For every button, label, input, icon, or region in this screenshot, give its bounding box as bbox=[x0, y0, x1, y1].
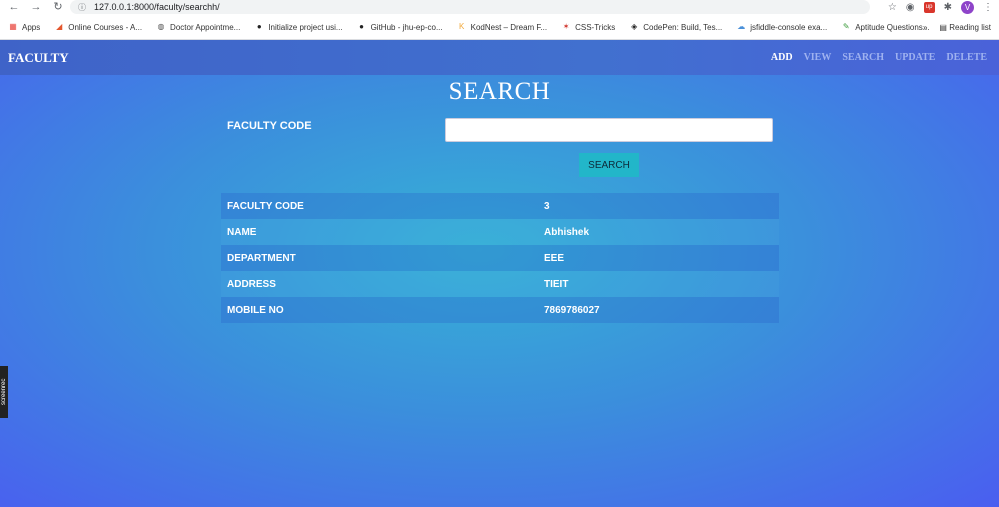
table-row: DEPARTMENT EEE bbox=[221, 245, 779, 271]
css-tricks-icon: ✶ bbox=[562, 22, 570, 31]
page-body: FACULTY ADD VIEW SEARCH UPDATE DELETE SE… bbox=[0, 40, 999, 507]
nav-link-delete[interactable]: DELETE bbox=[946, 52, 987, 63]
screen-recorder-tab[interactable]: screenrec bbox=[0, 366, 8, 418]
bookmark-label: KodNest – Dream F... bbox=[470, 22, 548, 32]
bookmark-item[interactable]: ◢ Online Courses - A... bbox=[54, 22, 142, 32]
bookmark-item[interactable]: ◍ Doctor Appointme... bbox=[156, 22, 241, 32]
back-arrow-icon[interactable]: ← bbox=[6, 0, 22, 15]
reading-list-icon: ▤ bbox=[939, 23, 947, 32]
github-icon: ● bbox=[359, 22, 364, 31]
reading-list-label: Reading list bbox=[949, 23, 991, 32]
jsfiddle-icon: ☁ bbox=[737, 22, 746, 31]
table-row: ADDRESS TIEIT bbox=[221, 271, 779, 297]
site-info-icon[interactable]: ⓘ bbox=[78, 2, 86, 13]
table-row: MOBILE NO 7869786027 bbox=[221, 297, 779, 323]
row-key: MOBILE NO bbox=[221, 297, 538, 323]
bookmark-item[interactable]: ✶ CSS-Tricks bbox=[561, 22, 616, 32]
nav-link-update[interactable]: UPDATE bbox=[895, 52, 935, 63]
page-title: SEARCH bbox=[448, 78, 551, 105]
profile-avatar[interactable]: V bbox=[961, 1, 974, 14]
browser-actions: ☆ ◉ up ✱ V ⋮ bbox=[888, 0, 993, 15]
table-row: FACULTY CODE 3 bbox=[221, 193, 779, 219]
apps-grid-icon: ▦ bbox=[9, 22, 17, 31]
kodnest-icon: K bbox=[458, 22, 465, 31]
bookmark-item[interactable]: ☁ jsfiddle-console exa... bbox=[736, 22, 827, 32]
bookmark-label: Apps bbox=[22, 22, 41, 32]
nav-link-view[interactable]: VIEW bbox=[804, 52, 832, 63]
bookmark-label: Doctor Appointme... bbox=[170, 22, 241, 32]
bookmark-item[interactable]: ✎ Aptitude Questions... bbox=[841, 22, 930, 32]
search-button[interactable]: SEARCH bbox=[579, 153, 639, 177]
bookmark-item[interactable]: ▦ Apps bbox=[8, 22, 40, 32]
extensions-puzzle-icon[interactable]: ✱ bbox=[944, 2, 952, 13]
bookmark-label: Initialize project usi... bbox=[268, 22, 343, 32]
bookmark-label: jsfiddle-console exa... bbox=[750, 22, 828, 32]
bookmark-star-icon[interactable]: ☆ bbox=[888, 2, 897, 13]
github-icon: ● bbox=[256, 22, 262, 31]
row-value: TIEIT bbox=[538, 271, 779, 297]
codepen-icon: ◈ bbox=[631, 22, 638, 31]
bookmark-item[interactable]: ● GitHub - jhu-ep-co... bbox=[357, 22, 443, 32]
table-row: NAME Abhishek bbox=[221, 219, 779, 245]
row-key: DEPARTMENT bbox=[221, 245, 538, 271]
address-bar[interactable]: ⓘ 127.0.0.1:8000/faculty/searchh/ bbox=[70, 0, 870, 14]
bookmark-item[interactable]: K KodNest – Dream F... bbox=[457, 22, 547, 32]
bookmarks-right: » ▤ Reading list bbox=[923, 15, 991, 40]
nav-links: ADD VIEW SEARCH UPDATE DELETE bbox=[771, 40, 987, 75]
more-bookmarks-button[interactable]: » bbox=[923, 23, 927, 32]
faculty-code-label: FACULTY CODE bbox=[227, 120, 312, 132]
bookmark-label: GitHub - jhu-ep-co... bbox=[370, 22, 443, 32]
row-value: Abhishek bbox=[538, 219, 779, 245]
bookmarks-bar: ▦ Apps ◢ Online Courses - A... ◍ Doctor Appoi… bbox=[0, 15, 999, 40]
result-table: FACULTY CODE 3 NAME Abhishek DEPARTMENT … bbox=[221, 193, 779, 323]
menu-kebab-icon[interactable]: ⋮ bbox=[983, 2, 993, 13]
bookmark-label: CSS-Tricks bbox=[575, 22, 616, 32]
row-value: 3 bbox=[538, 193, 779, 219]
faculty-code-input[interactable] bbox=[445, 118, 773, 142]
bookmark-label: CodePen: Build, Tes... bbox=[643, 22, 723, 32]
bookmark-label: Aptitude Questions... bbox=[855, 22, 930, 32]
bookmark-item[interactable]: ● Initialize project usi... bbox=[254, 22, 343, 32]
browser-toolbar: ← → ↻ ⓘ 127.0.0.1:8000/faculty/searchh/ … bbox=[0, 0, 999, 15]
globe-icon: ◍ bbox=[157, 22, 165, 31]
brand-title[interactable]: FACULTY bbox=[8, 40, 69, 75]
row-key: NAME bbox=[221, 219, 538, 245]
reading-list-button[interactable]: ▤ Reading list bbox=[939, 23, 991, 32]
aptitude-icon: ✎ bbox=[842, 22, 850, 31]
row-key: FACULTY CODE bbox=[221, 193, 538, 219]
extension-icon[interactable]: up bbox=[923, 2, 935, 13]
row-key: ADDRESS bbox=[221, 271, 538, 297]
top-navbar: FACULTY ADD VIEW SEARCH UPDATE DELETE bbox=[0, 40, 999, 75]
incognito-icon[interactable]: ◉ bbox=[906, 2, 915, 13]
nav-link-add[interactable]: ADD bbox=[771, 52, 793, 63]
forward-arrow-icon[interactable]: → bbox=[28, 0, 44, 15]
row-value: 7869786027 bbox=[538, 297, 779, 323]
bookmark-item[interactable]: ◈ CodePen: Build, Tes... bbox=[629, 22, 722, 32]
courses-icon: ◢ bbox=[56, 22, 63, 31]
reload-icon[interactable]: ↻ bbox=[50, 0, 66, 15]
nav-link-search[interactable]: SEARCH bbox=[842, 52, 884, 63]
bookmark-label: Online Courses - A... bbox=[68, 22, 143, 32]
row-value: EEE bbox=[538, 245, 779, 271]
url-text[interactable]: 127.0.0.1:8000/faculty/searchh/ bbox=[94, 2, 220, 12]
